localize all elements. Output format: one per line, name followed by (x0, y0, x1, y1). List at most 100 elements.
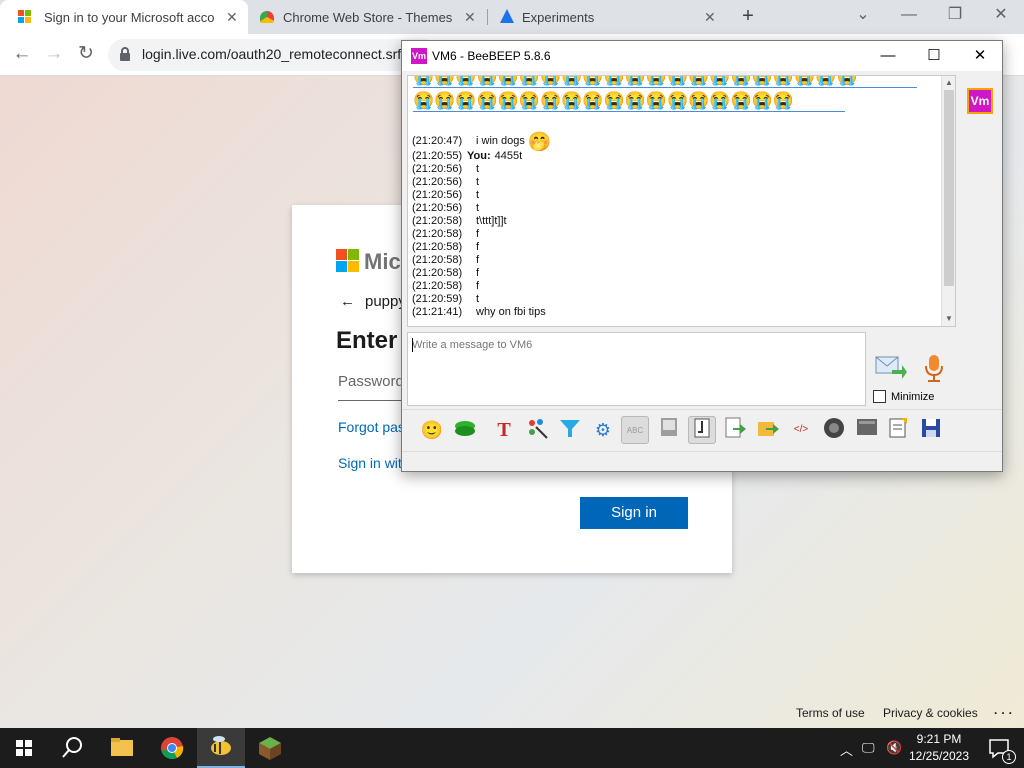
address-bar[interactable]: login.live.com/oauth20_remoteconnect.srf (108, 39, 428, 71)
tab-chrome-web-store[interactable]: Chrome Web Store - Themes ✕ (248, 0, 488, 34)
message-timestamp: (21:20:58) (412, 228, 463, 240)
chat-history[interactable]: 😭😭😭😭😭😭😭😭😭😭😭😭😭😭😭😭😭😭😭😭😭 😭😭😭😭😭😭😭😭😭😭😭😭😭😭😭😭😭😭… (407, 75, 956, 327)
chat-message: (21:20:47) i win dogs 🤭 (412, 128, 552, 153)
notification-center-icon[interactable]: 1 (976, 728, 1024, 768)
start-button[interactable] (0, 728, 48, 768)
crying-emoji-icon: 😭 (603, 91, 625, 110)
screen-share-icon[interactable] (451, 416, 479, 444)
reload-icon[interactable]: ↻ (73, 42, 99, 68)
save-chat-icon[interactable] (917, 416, 945, 444)
minimize-checkbox[interactable] (873, 390, 886, 403)
font-icon[interactable]: T (490, 416, 518, 444)
message-text: f (476, 228, 480, 240)
close-window-button[interactable]: ✕ (978, 2, 1024, 30)
emoticon-icon[interactable]: 🙂 (418, 416, 446, 444)
code-icon[interactable]: </> (787, 416, 815, 444)
minimize-window-button[interactable]: — (868, 45, 908, 69)
clock-time[interactable]: 9:21 PM (904, 732, 974, 746)
crying-emoji-icon: 😭 (730, 91, 752, 110)
message-text: t (476, 189, 480, 201)
message-text: t (476, 176, 480, 188)
message-timestamp: (21:20:56) (412, 163, 463, 175)
dictionary-icon[interactable] (655, 416, 683, 444)
crying-emoji-icon: 😭 (815, 75, 837, 86)
window-title-bar[interactable]: Vm VM6 - BeeBEEP 5.8.6 — ☐ ✕ (402, 41, 1002, 71)
close-window-button[interactable]: ✕ (960, 45, 1000, 69)
new-tab-button[interactable]: + (737, 6, 759, 28)
scroll-down-icon[interactable]: ▼ (942, 312, 955, 326)
emoji-row: 😭😭😭😭😭😭😭😭😭😭😭😭😭😭😭😭😭😭😭😭😭 (413, 75, 917, 88)
send-message-icon[interactable] (874, 353, 908, 381)
crying-emoji-icon: 😭 (561, 75, 583, 86)
more-options-icon[interactable]: · · · (994, 706, 1013, 720)
clock-date[interactable]: 12/25/2023 (904, 749, 974, 763)
close-tab-icon[interactable]: ✕ (704, 9, 716, 26)
crying-emoji-icon: 😭 (624, 91, 646, 110)
compact-view-icon[interactable] (688, 416, 716, 444)
sign-in-button[interactable]: Sign in (580, 497, 688, 529)
chat-message: (21:20:56) t (412, 189, 552, 202)
chrome-web-store-icon (260, 11, 274, 23)
clear-icon[interactable] (853, 416, 881, 444)
beebeep-taskbar-icon[interactable] (197, 728, 245, 768)
tab-search-icon[interactable]: ⌄ (840, 2, 886, 30)
back-arrow-icon[interactable]: ← (9, 42, 35, 68)
account-back-link[interactable]: ← puppy (340, 293, 406, 310)
signin-with-link[interactable]: Sign in with (338, 455, 410, 471)
crying-emoji-icon: 😭 (476, 75, 498, 86)
crying-emoji-icon: 😭 (836, 75, 858, 86)
microphone-icon[interactable] (922, 353, 946, 383)
tab-microsoft-signin[interactable]: Sign in to your Microsoft accou ✕ (0, 0, 248, 34)
send-file-icon[interactable] (721, 416, 749, 444)
message-input[interactable] (412, 337, 852, 353)
restore-window-button[interactable]: ❐ (932, 2, 978, 30)
windows-taskbar: ︿ 🖵 🔇 9:21 PM 12/25/2023 1 (0, 728, 1024, 768)
volume-muted-icon[interactable]: 🔇 (886, 740, 902, 756)
network-icon[interactable]: 🖵 (862, 740, 875, 756)
forward-arrow-icon[interactable]: → (41, 42, 67, 68)
color-picker-icon[interactable] (523, 416, 551, 444)
crying-emoji-icon: 😭 (518, 91, 541, 110)
tab-experiments[interactable]: Experiments ✕ (488, 0, 728, 34)
minecraft-icon[interactable] (246, 728, 294, 768)
notes-icon[interactable] (884, 416, 912, 444)
terms-of-use-link[interactable]: Terms of use (796, 706, 865, 720)
chat-scrollbar[interactable]: ▲ ▼ (941, 76, 955, 326)
scroll-thumb[interactable] (944, 90, 954, 286)
url-text: login.live.com/oauth20_remoteconnect.srf (142, 46, 402, 62)
message-input-box[interactable] (407, 332, 866, 406)
send-folder-icon[interactable] (754, 416, 782, 444)
crying-emoji-icon: 😭 (794, 75, 816, 86)
file-explorer-icon[interactable] (98, 728, 146, 768)
screenshot-icon[interactable] (820, 416, 848, 444)
scroll-up-icon[interactable]: ▲ (942, 76, 955, 90)
message-text: f (476, 267, 480, 279)
message-text: 4455t (494, 150, 523, 162)
chrome-icon[interactable] (148, 728, 196, 768)
crying-emoji-icon: 😭 (434, 75, 456, 86)
chat-message: (21:21:41) why on fbi tips (412, 306, 552, 319)
crying-emoji-icon: 😭 (688, 91, 710, 110)
message-text: f (476, 254, 480, 266)
settings-gear-icon[interactable]: ⚙ (589, 416, 617, 444)
vm-user-avatar[interactable]: Vm (967, 88, 993, 114)
chevron-up-icon[interactable]: ︿ (840, 740, 853, 759)
beebeep-chat-window: Vm VM6 - BeeBEEP 5.8.6 — ☐ ✕ 😭😭😭😭😭😭😭😭😭😭😭… (401, 40, 1003, 472)
flask-icon (500, 9, 514, 23)
crying-emoji-icon: 😭 (413, 75, 435, 86)
crying-emoji-icon: 😭 (455, 75, 477, 86)
spellcheck-icon[interactable]: ABC (621, 416, 649, 444)
close-tab-icon[interactable]: ✕ (226, 9, 238, 26)
minimize-window-button[interactable]: — (886, 2, 932, 30)
maximize-window-button[interactable]: ☐ (914, 45, 954, 69)
search-icon[interactable] (48, 728, 96, 768)
window-title: VM6 - BeeBEEP 5.8.6 (432, 49, 551, 63)
crying-emoji-icon: 😭 (709, 91, 731, 110)
account-name: puppy (365, 293, 406, 310)
close-tab-icon[interactable]: ✕ (464, 9, 476, 26)
filter-icon[interactable] (556, 416, 584, 444)
message-text: t (476, 163, 480, 175)
lock-icon (120, 47, 130, 61)
message-timestamp: (21:20:58) (412, 254, 463, 266)
privacy-cookies-link[interactable]: Privacy & cookies (883, 706, 978, 720)
